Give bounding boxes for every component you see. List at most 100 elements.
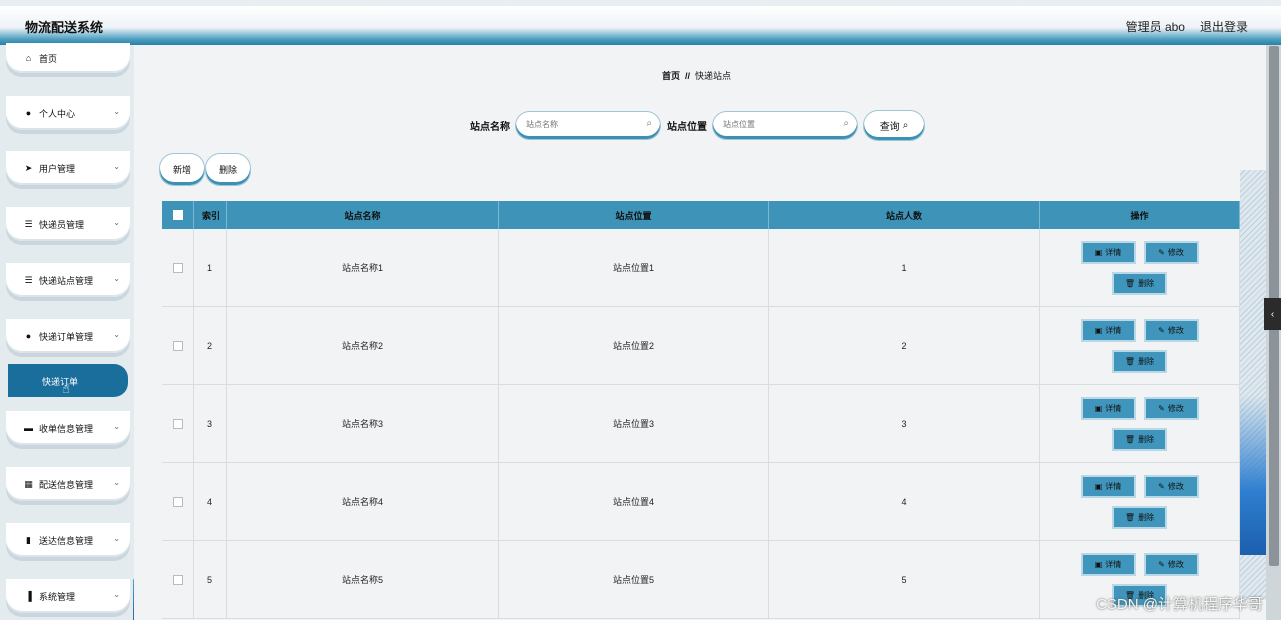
column-header-name: 站点名称 bbox=[227, 201, 499, 229]
send-icon: ➤ bbox=[24, 162, 33, 173]
sidebar-item-courier-management[interactable]: ☰ 快递员管理 ⌄ bbox=[6, 207, 130, 241]
row-select-cell bbox=[162, 307, 194, 384]
delete-button[interactable]: 🗑 删除 bbox=[1112, 271, 1167, 295]
detail-label: 详情 bbox=[1105, 325, 1122, 335]
detail-button[interactable]: ▣ 详情 bbox=[1080, 552, 1136, 576]
collapse-panel-button[interactable]: ‹ bbox=[1264, 298, 1281, 330]
breadcrumb-separator: // bbox=[685, 71, 691, 81]
sidebar-item-label: 快递员管理 bbox=[39, 219, 85, 230]
sidebar-item-order-management[interactable]: ● 快递订单管理 ⌄ bbox=[6, 319, 130, 353]
sidebar: ⌂ 首页 ● 个人中心 ⌄ ➤ 用户管理 ⌄ ☰ 快递员管理 ⌄ ☰ 快递站点管… bbox=[0, 43, 134, 620]
row-checkbox[interactable] bbox=[172, 262, 183, 273]
location-cell: 站点位置4 bbox=[499, 463, 769, 540]
detail-button[interactable]: ▣ 详情 bbox=[1080, 474, 1136, 498]
count-cell: 2 bbox=[769, 307, 1040, 384]
detail-button[interactable]: ▣ 详情 bbox=[1080, 240, 1136, 264]
sidebar-subitem-label: 快递订单 bbox=[42, 377, 79, 387]
column-header-index: 索引 bbox=[194, 201, 227, 229]
delete-button[interactable]: 🗑 删除 bbox=[1112, 427, 1167, 451]
sidebar-item-label: 快递订单管理 bbox=[39, 331, 94, 342]
row-checkbox[interactable] bbox=[172, 496, 183, 507]
station-name-input[interactable] bbox=[526, 112, 636, 136]
sidebar-item-home[interactable]: ⌂ 首页 bbox=[6, 43, 130, 73]
row-select-cell bbox=[162, 541, 194, 618]
logout-link[interactable]: 退出登录 bbox=[1200, 18, 1248, 35]
chevron-down-icon: ⌄ bbox=[113, 422, 120, 431]
column-header-actions: 操作 bbox=[1040, 201, 1240, 229]
add-button[interactable]: 新增 bbox=[160, 154, 204, 185]
search-bar: 站点名称 ⌕ 站点位置 ⌕ 查询 ⌕ bbox=[470, 111, 924, 140]
main-content: 首页 // 快递站点 站点名称 ⌕ 站点位置 ⌕ 查询 ⌕ 新增 删除 索引 站点名… bbox=[134, 45, 1266, 620]
select-all-cell bbox=[162, 201, 194, 229]
query-button[interactable]: 查询 ⌕ bbox=[864, 111, 924, 140]
edit-button[interactable]: ✎ 修改 bbox=[1143, 474, 1199, 498]
detail-button[interactable]: ▣ 详情 bbox=[1080, 318, 1136, 342]
chevron-down-icon: ⌄ bbox=[113, 590, 120, 599]
trash-icon: 🗑 bbox=[1124, 356, 1136, 366]
station-location-field[interactable]: ⌕ bbox=[713, 112, 857, 139]
station-name-field[interactable]: ⌕ bbox=[516, 112, 660, 139]
toolbar: 新增 删除 bbox=[160, 154, 250, 185]
sidebar-item-station-management[interactable]: ☰ 快递站点管理 ⌄ bbox=[6, 263, 130, 297]
location-cell: 站点位置3 bbox=[499, 385, 769, 462]
sidebar-item-personal-center[interactable]: ● 个人中心 ⌄ bbox=[6, 96, 130, 130]
clipboard-icon: ▮ bbox=[26, 534, 31, 545]
edit-label: 修改 bbox=[1167, 247, 1184, 257]
edit-button[interactable]: ✎ 修改 bbox=[1143, 552, 1199, 576]
edit-button[interactable]: ✎ 修改 bbox=[1143, 318, 1199, 342]
select-all-checkbox[interactable] bbox=[172, 210, 183, 220]
query-button-label: 查询 bbox=[879, 122, 900, 133]
sidebar-item-receipt-management[interactable]: ▬ 收单信息管理 ⌄ bbox=[6, 411, 130, 445]
sidebar-item-label: 用户管理 bbox=[39, 163, 76, 174]
current-user-label: 管理员 abo bbox=[1125, 20, 1185, 34]
chevron-down-icon: ⌄ bbox=[113, 534, 120, 543]
row-checkbox[interactable] bbox=[172, 574, 183, 585]
edit-icon: ✎ bbox=[1158, 559, 1165, 569]
edit-icon: ✎ bbox=[1158, 403, 1165, 413]
watermark: CSDN @计算机程序华哥 bbox=[1096, 596, 1263, 613]
edit-button[interactable]: ✎ 修改 bbox=[1143, 240, 1199, 264]
top-header: 物流配送系统 管理员 abo 退出登录 bbox=[0, 6, 1281, 45]
sidebar-item-label: 送达信息管理 bbox=[39, 535, 94, 546]
index-cell: 5 bbox=[194, 541, 227, 618]
detail-icon: ▣ bbox=[1094, 325, 1103, 335]
index-cell: 2 bbox=[194, 307, 227, 384]
sidebar-item-arrival-management[interactable]: ▮ 送达信息管理 ⌄ bbox=[6, 523, 130, 557]
edit-label: 修改 bbox=[1167, 325, 1184, 335]
delete-button[interactable]: 🗑 删除 bbox=[1112, 349, 1167, 373]
name-cell: 站点名称4 bbox=[227, 463, 499, 540]
sidebar-item-system-management[interactable]: ▐ 系统管理 ⌄ bbox=[6, 579, 130, 613]
sidebar-item-label: 首页 bbox=[39, 53, 58, 64]
sidebar-item-label: 系统管理 bbox=[39, 591, 76, 602]
chevron-down-icon: ⌄ bbox=[113, 218, 120, 227]
edit-icon: ✎ bbox=[1158, 247, 1165, 257]
search-icon: ⌕ bbox=[646, 118, 652, 129]
chevron-down-icon: ⌄ bbox=[113, 274, 120, 283]
table-row: 2 站点名称2 站点位置2 2 ▣ 详情 ✎ 修改 🗑 删除 bbox=[162, 307, 1240, 385]
user-icon: ● bbox=[25, 108, 32, 118]
sidebar-item-label: 快递站点管理 bbox=[39, 275, 94, 286]
sidebar-subitem-express-order[interactable]: 快递订单 ☝ bbox=[8, 364, 128, 397]
row-checkbox[interactable] bbox=[172, 418, 183, 429]
chevron-down-icon: ⌄ bbox=[113, 478, 120, 487]
detail-button[interactable]: ▣ 详情 bbox=[1080, 396, 1136, 420]
breadcrumb-current: 快递站点 bbox=[695, 71, 732, 81]
delete-button[interactable]: 🗑 删除 bbox=[1112, 505, 1167, 529]
row-checkbox[interactable] bbox=[172, 340, 183, 351]
sidebar-item-delivery-management[interactable]: ▦ 配送信息管理 ⌄ bbox=[6, 467, 130, 501]
sidebar-item-user-management[interactable]: ➤ 用户管理 ⌄ bbox=[6, 151, 130, 185]
station-location-input[interactable] bbox=[723, 112, 833, 136]
column-header-count: 站点人数 bbox=[769, 201, 1040, 229]
edit-label: 修改 bbox=[1167, 481, 1184, 491]
table-row: 1 站点名称1 站点位置1 1 ▣ 详情 ✎ 修改 🗑 删除 bbox=[162, 229, 1240, 307]
batch-delete-button[interactable]: 删除 bbox=[206, 154, 250, 185]
breadcrumb: 首页 // 快递站点 bbox=[662, 69, 731, 82]
breadcrumb-home[interactable]: 首页 bbox=[662, 71, 680, 81]
name-cell: 站点名称2 bbox=[227, 307, 499, 384]
name-cell: 站点名称5 bbox=[227, 541, 499, 618]
edit-button[interactable]: ✎ 修改 bbox=[1143, 396, 1199, 420]
search-icon: ⌕ bbox=[902, 120, 909, 131]
detail-icon: ▣ bbox=[1094, 247, 1103, 257]
user-icon: ● bbox=[25, 331, 32, 341]
sidebar-item-label: 配送信息管理 bbox=[39, 479, 94, 490]
